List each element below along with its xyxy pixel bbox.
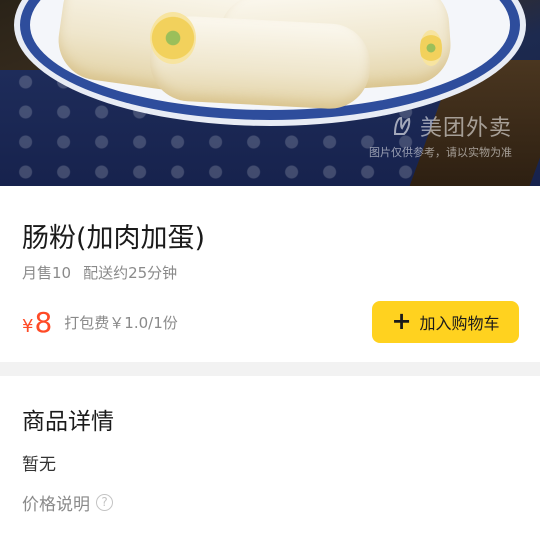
question-circle-icon[interactable]: ? <box>96 494 113 511</box>
detail-title: 商品详情 <box>22 409 114 435</box>
detail-text: 暂无 <box>22 455 56 475</box>
product-price: ¥8 <box>22 306 52 339</box>
watermark: 美团外卖 图片仅供参考，请以实物为准 <box>369 110 512 160</box>
plus-icon: + <box>391 307 412 335</box>
watermark-brand: 美团外卖 <box>369 110 512 142</box>
price-note-label: 价格说明 <box>22 495 90 515</box>
product-info-section: 肠粉(加肉加蛋) 月售10 配送约25分钟 ¥8 打包费￥1.0/1份 + 加入购… <box>0 186 540 362</box>
egg-filling-decoration <box>150 12 196 64</box>
price-row: ¥8 打包费￥1.0/1份 <box>22 302 178 342</box>
delivery-time: 配送约25分钟 <box>83 264 178 282</box>
section-divider <box>0 362 540 376</box>
product-image: 美团外卖 图片仅供参考，请以实物为准 <box>0 0 540 186</box>
add-to-cart-label: 加入购物车 <box>419 314 500 333</box>
watermark-note: 图片仅供参考，请以实物为准 <box>369 146 512 159</box>
add-to-cart-button[interactable]: + 加入购物车 <box>372 301 519 343</box>
product-detail-section: 商品详情 暂无 价格说明 ? <box>0 376 540 540</box>
price-note[interactable]: 价格说明 ? <box>22 490 113 515</box>
price-value: 8 <box>34 305 53 339</box>
product-meta: 月售10 配送约25分钟 <box>22 262 177 283</box>
egg-filling-decoration <box>420 30 442 66</box>
kangaroo-logo-icon <box>393 116 411 135</box>
watermark-brand-text: 美团外卖 <box>419 116 512 141</box>
packing-fee: 打包费￥1.0/1份 <box>64 313 178 332</box>
monthly-sales: 月售10 <box>22 264 72 282</box>
currency-symbol: ¥ <box>22 315 34 337</box>
product-title: 肠粉(加肉加蛋) <box>22 223 206 254</box>
